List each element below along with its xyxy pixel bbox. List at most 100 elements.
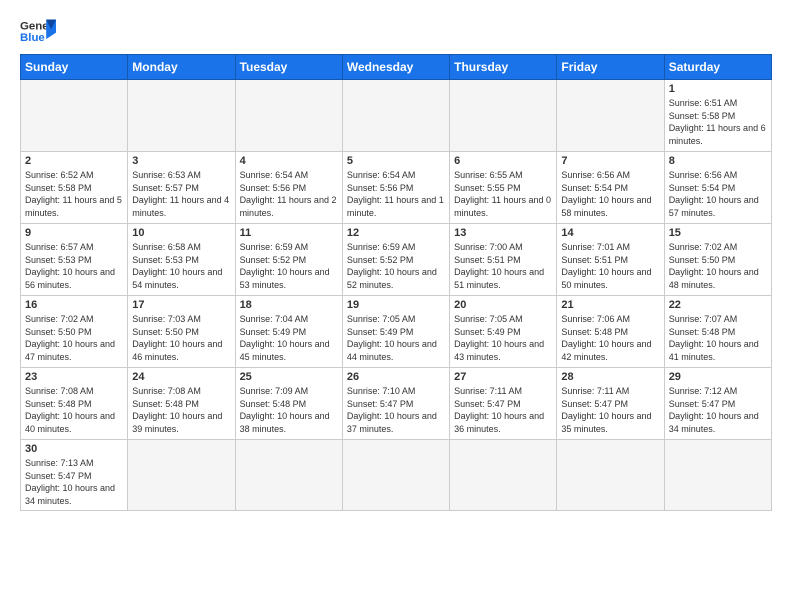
calendar-cell: 4 Sunrise: 6:54 AM Sunset: 5:56 PM Daylig… [235, 152, 342, 224]
day-number: 13 [454, 227, 552, 239]
day-info: Sunrise: 6:51 AM Sunset: 5:58 PM Dayligh… [669, 97, 767, 147]
calendar-cell: 17Sunrise: 7:03 AM Sunset: 5:50 PM Dayli… [128, 296, 235, 368]
day-info: Sunrise: 7:01 AM Sunset: 5:51 PM Dayligh… [561, 241, 659, 291]
calendar-cell: 9 Sunrise: 6:57 AM Sunset: 5:53 PM Daylig… [21, 224, 128, 296]
day-info: Sunrise: 7:07 AM Sunset: 5:48 PM Dayligh… [669, 313, 767, 363]
calendar-cell: 6Sunrise: 6:55 AM Sunset: 5:55 PM Daylig… [450, 152, 557, 224]
day-info: Sunrise: 6:54 AM Sunset: 5:56 PM Dayligh… [240, 169, 338, 219]
page: General Blue SundayMondayTuesdayWednesda… [0, 0, 792, 612]
day-info: Sunrise: 6:58 AM Sunset: 5:53 PM Dayligh… [132, 241, 230, 291]
calendar-cell [235, 440, 342, 511]
calendar-cell [21, 80, 128, 152]
day-info: Sunrise: 7:00 AM Sunset: 5:51 PM Dayligh… [454, 241, 552, 291]
calendar-cell [557, 440, 664, 511]
day-number: 28 [561, 371, 659, 383]
day-number: 20 [454, 299, 552, 311]
col-header-monday: Monday [128, 55, 235, 80]
calendar-cell: 19 Sunrise: 7:05 AM Sunset: 5:49 PM Dayli… [342, 296, 449, 368]
calendar-cell: 28Sunrise: 7:11 AM Sunset: 5:47 PM Dayli… [557, 368, 664, 440]
day-number: 8 [669, 155, 767, 167]
day-number: 19 [347, 299, 445, 311]
calendar-cell [342, 440, 449, 511]
calendar-cell: 5 Sunrise: 6:54 AM Sunset: 5:56 PM Daylig… [342, 152, 449, 224]
calendar-cell: 24 Sunrise: 7:08 AM Sunset: 5:48 PM Dayli… [128, 368, 235, 440]
calendar-cell: 15Sunrise: 7:02 AM Sunset: 5:50 PM Dayli… [664, 224, 771, 296]
calendar-week-2: 2 Sunrise: 6:52 AM Sunset: 5:58 PM Daylig… [21, 152, 772, 224]
day-number: 10 [132, 227, 230, 239]
calendar-cell: 30 Sunrise: 7:13 AM Sunset: 5:47 PM Dayli… [21, 440, 128, 511]
calendar-week-5: 23Sunrise: 7:08 AM Sunset: 5:48 PM Dayli… [21, 368, 772, 440]
day-info: Sunrise: 6:59 AM Sunset: 5:52 PM Dayligh… [240, 241, 338, 291]
day-info: Sunrise: 7:04 AM Sunset: 5:49 PM Dayligh… [240, 313, 338, 363]
calendar-cell: 3Sunrise: 6:53 AM Sunset: 5:57 PM Daylig… [128, 152, 235, 224]
day-number: 16 [25, 299, 123, 311]
day-info: Sunrise: 7:11 AM Sunset: 5:47 PM Dayligh… [454, 385, 552, 435]
day-number: 26 [347, 371, 445, 383]
calendar-cell: 8 Sunrise: 6:56 AM Sunset: 5:54 PM Daylig… [664, 152, 771, 224]
calendar-cell: 23Sunrise: 7:08 AM Sunset: 5:48 PM Dayli… [21, 368, 128, 440]
day-info: Sunrise: 6:56 AM Sunset: 5:54 PM Dayligh… [561, 169, 659, 219]
day-number: 22 [669, 299, 767, 311]
day-number: 24 [132, 371, 230, 383]
day-number: 25 [240, 371, 338, 383]
col-header-sunday: Sunday [21, 55, 128, 80]
calendar-cell [557, 80, 664, 152]
day-number: 5 [347, 155, 445, 167]
calendar-cell: 18Sunrise: 7:04 AM Sunset: 5:49 PM Dayli… [235, 296, 342, 368]
calendar-cell: 12 Sunrise: 6:59 AM Sunset: 5:52 PM Dayli… [342, 224, 449, 296]
calendar-cell: 14Sunrise: 7:01 AM Sunset: 5:51 PM Dayli… [557, 224, 664, 296]
day-info: Sunrise: 6:54 AM Sunset: 5:56 PM Dayligh… [347, 169, 445, 219]
day-number: 15 [669, 227, 767, 239]
calendar-cell [342, 80, 449, 152]
calendar-cell [664, 440, 771, 511]
day-info: Sunrise: 7:05 AM Sunset: 5:49 PM Dayligh… [347, 313, 445, 363]
svg-text:Blue: Blue [20, 32, 45, 44]
calendar-cell: 7 Sunrise: 6:56 AM Sunset: 5:54 PM Daylig… [557, 152, 664, 224]
day-info: Sunrise: 6:52 AM Sunset: 5:58 PM Dayligh… [25, 169, 123, 219]
col-header-saturday: Saturday [664, 55, 771, 80]
calendar-cell: 21 Sunrise: 7:06 AM Sunset: 5:48 PM Dayli… [557, 296, 664, 368]
calendar-cell: 10 Sunrise: 6:58 AM Sunset: 5:53 PM Dayli… [128, 224, 235, 296]
day-info: Sunrise: 7:06 AM Sunset: 5:48 PM Dayligh… [561, 313, 659, 363]
day-info: Sunrise: 6:59 AM Sunset: 5:52 PM Dayligh… [347, 241, 445, 291]
calendar-cell: 13 Sunrise: 7:00 AM Sunset: 5:51 PM Dayli… [450, 224, 557, 296]
calendar-cell: 25 Sunrise: 7:09 AM Sunset: 5:48 PM Dayli… [235, 368, 342, 440]
day-info: Sunrise: 6:53 AM Sunset: 5:57 PM Dayligh… [132, 169, 230, 219]
day-number: 2 [25, 155, 123, 167]
calendar-cell: 26 Sunrise: 7:10 AM Sunset: 5:47 PM Dayli… [342, 368, 449, 440]
calendar-table: SundayMondayTuesdayWednesdayThursdayFrid… [20, 54, 772, 511]
day-number: 1 [669, 83, 767, 95]
day-info: Sunrise: 7:09 AM Sunset: 5:48 PM Dayligh… [240, 385, 338, 435]
logo-icon: General Blue [20, 16, 56, 46]
day-info: Sunrise: 7:03 AM Sunset: 5:50 PM Dayligh… [132, 313, 230, 363]
calendar-week-3: 9 Sunrise: 6:57 AM Sunset: 5:53 PM Daylig… [21, 224, 772, 296]
calendar-cell: 2 Sunrise: 6:52 AM Sunset: 5:58 PM Daylig… [21, 152, 128, 224]
day-info: Sunrise: 7:05 AM Sunset: 5:49 PM Dayligh… [454, 313, 552, 363]
calendar-cell [450, 80, 557, 152]
calendar-cell: 27 Sunrise: 7:11 AM Sunset: 5:47 PM Dayli… [450, 368, 557, 440]
day-number: 27 [454, 371, 552, 383]
day-number: 12 [347, 227, 445, 239]
header: General Blue [20, 16, 772, 46]
calendar-cell [235, 80, 342, 152]
day-number: 4 [240, 155, 338, 167]
calendar-header-row: SundayMondayTuesdayWednesdayThursdayFrid… [21, 55, 772, 80]
day-info: Sunrise: 6:56 AM Sunset: 5:54 PM Dayligh… [669, 169, 767, 219]
col-header-wednesday: Wednesday [342, 55, 449, 80]
day-info: Sunrise: 7:10 AM Sunset: 5:47 PM Dayligh… [347, 385, 445, 435]
day-info: Sunrise: 6:57 AM Sunset: 5:53 PM Dayligh… [25, 241, 123, 291]
day-info: Sunrise: 7:13 AM Sunset: 5:47 PM Dayligh… [25, 457, 123, 507]
col-header-thursday: Thursday [450, 55, 557, 80]
day-number: 21 [561, 299, 659, 311]
calendar-cell: 11 Sunrise: 6:59 AM Sunset: 5:52 PM Dayli… [235, 224, 342, 296]
day-number: 7 [561, 155, 659, 167]
calendar-cell: 22 Sunrise: 7:07 AM Sunset: 5:48 PM Dayli… [664, 296, 771, 368]
day-number: 9 [25, 227, 123, 239]
day-number: 11 [240, 227, 338, 239]
calendar-week-6: 30 Sunrise: 7:13 AM Sunset: 5:47 PM Dayli… [21, 440, 772, 511]
day-number: 30 [25, 443, 123, 455]
calendar-cell: 1 Sunrise: 6:51 AM Sunset: 5:58 PM Daylig… [664, 80, 771, 152]
day-info: Sunrise: 7:02 AM Sunset: 5:50 PM Dayligh… [25, 313, 123, 363]
day-number: 29 [669, 371, 767, 383]
day-info: Sunrise: 7:08 AM Sunset: 5:48 PM Dayligh… [132, 385, 230, 435]
